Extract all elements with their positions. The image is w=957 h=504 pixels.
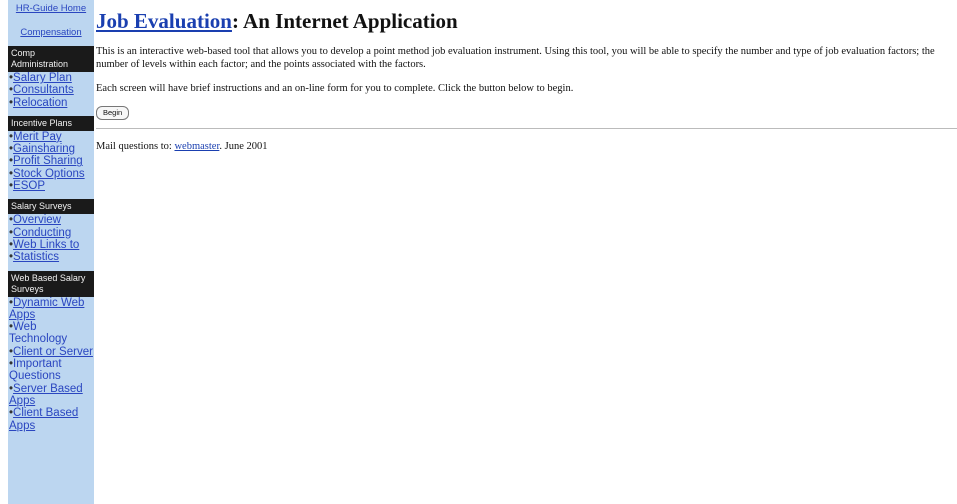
webmaster-link[interactable]: webmaster: [174, 141, 219, 152]
sidebar: HR-Guide Home Compensation Comp Administ…: [8, 0, 94, 504]
sidebar-item-overview[interactable]: •Overview: [9, 214, 94, 226]
sidebar-item-statistics[interactable]: •Statistics: [9, 251, 94, 263]
footer-suffix: . June 2001: [219, 140, 268, 152]
sidebar-item-web-links-to[interactable]: •Web Links to: [9, 239, 94, 251]
page-title: Job Evaluation: An Internet Application: [96, 8, 957, 34]
page-title-suffix: : An Internet Application: [231, 9, 458, 33]
sidebar-section-salary-surveys: Salary Surveys •Overview •Conducting •We…: [8, 199, 94, 263]
sidebar-item-web-technology: •Web Technology: [9, 321, 68, 346]
sidebar-item-merit-pay[interactable]: •Merit Pay: [9, 131, 94, 143]
sidebar-item-important-questions: •Important Questions: [9, 358, 62, 383]
sidebar-item-gainsharing[interactable]: •Gainsharing: [9, 143, 94, 155]
sidebar-item-conducting[interactable]: •Conducting: [9, 227, 94, 239]
sidebar-section-comp-administration: Comp Administration •Salary Plan •Consul…: [8, 46, 94, 109]
main-content: Job Evaluation: An Internet Application …: [96, 0, 957, 153]
divider: [96, 127, 957, 129]
footer-prefix: Mail questions to:: [96, 140, 175, 152]
sidebar-section-web-based-salary-surveys: Web Based Salary Surveys •Dynamic Web Ap…: [8, 270, 94, 432]
sidebar-item-esop[interactable]: •ESOP: [9, 180, 94, 192]
hr-guide-home-link[interactable]: HR-Guide Home: [8, 0, 94, 15]
sidebar-item-profit-sharing[interactable]: •Profit Sharing: [9, 155, 94, 167]
sidebar-section-incentive-plans: Incentive Plans •Merit Pay •Gainsharing …: [8, 115, 94, 192]
sidebar-item-salary-plan[interactable]: •Salary Plan: [9, 72, 94, 84]
sidebar-item-client-or-server[interactable]: •Client or Server: [9, 346, 94, 358]
sidebar-item-consultants[interactable]: •Consultants: [9, 84, 94, 96]
sidebar-item-dynamic-web-apps[interactable]: •Dynamic Web Apps: [9, 297, 94, 322]
begin-button[interactable]: Begin: [96, 105, 130, 120]
section-header: Web Based Salary Surveys: [8, 270, 94, 297]
section-header: Comp Administration: [8, 46, 94, 72]
section-header: Salary Surveys: [8, 199, 94, 215]
compensation-link[interactable]: Compensation: [8, 15, 94, 39]
job-evaluation-title-link[interactable]: Job Evaluation: [96, 9, 232, 33]
intro-paragraph: This is an interactive web-based tool th…: [96, 46, 935, 70]
sidebar-item-relocation[interactable]: •Relocation: [9, 97, 94, 109]
sidebar-item-stock-options[interactable]: •Stock Options: [9, 168, 94, 180]
footer: Mail questions to: webmaster. June 2001: [96, 141, 957, 154]
section-header: Incentive Plans: [8, 115, 94, 131]
sidebar-item-client-based-apps[interactable]: •Client Based Apps: [9, 407, 94, 432]
instructions-paragraph: Each screen will have brief instructions…: [96, 83, 574, 95]
sidebar-item-server-based-apps[interactable]: •Server Based Apps: [9, 383, 94, 408]
